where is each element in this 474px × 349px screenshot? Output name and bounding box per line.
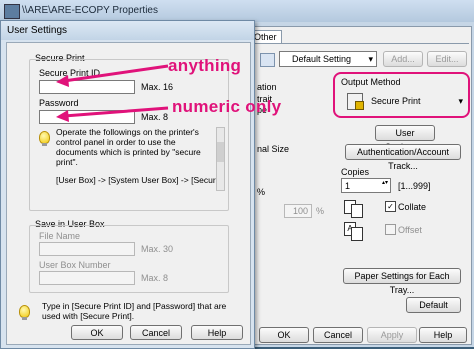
annotation-numeric-only: numeric only bbox=[172, 97, 282, 116]
annotation-arrows bbox=[56, 64, 169, 122]
arrow-to-password-field bbox=[63, 106, 169, 118]
arrow-head bbox=[56, 75, 69, 87]
annotation-anything: anything bbox=[168, 56, 242, 75]
properties-window: \\ARE\ARE-ECOPY Properties Other Default… bbox=[0, 0, 474, 349]
arrow-to-id-field bbox=[63, 64, 169, 83]
arrow-head bbox=[56, 110, 69, 122]
